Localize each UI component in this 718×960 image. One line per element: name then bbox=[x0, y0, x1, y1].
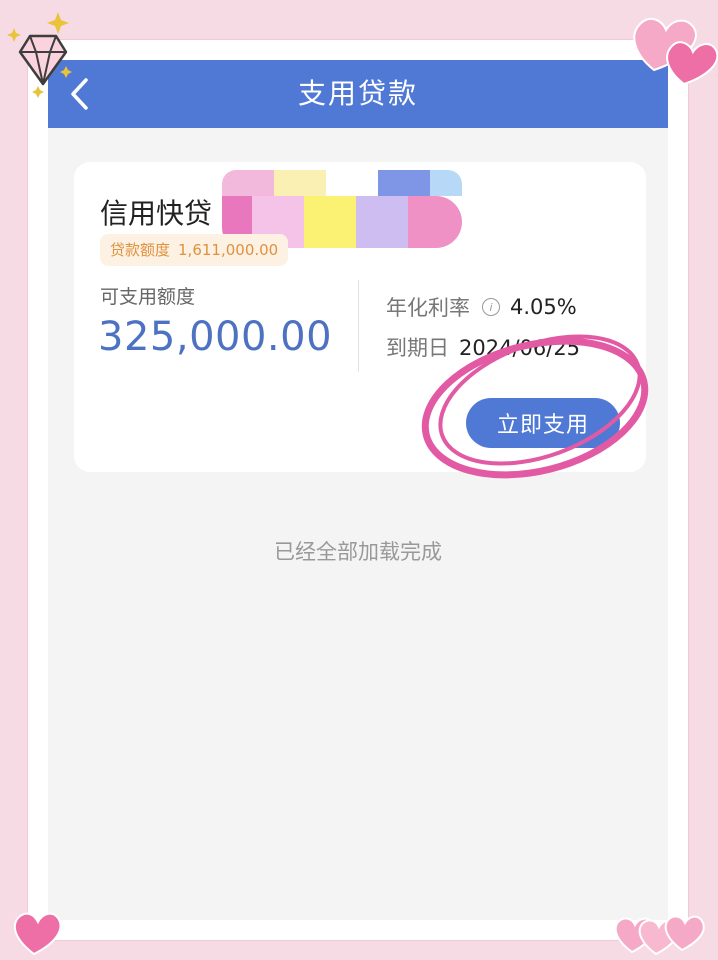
available-amount-label: 可支用额度 bbox=[100, 286, 196, 308]
quota-label: 贷款额度 bbox=[110, 241, 171, 259]
interest-rate-label: 年化利率 bbox=[386, 296, 470, 320]
loan-card: 信用快贷 贷款额度 1,611,000.00 可支用额度 325,000.00 年… bbox=[74, 162, 646, 472]
available-amount-value: 325,000.00 bbox=[98, 314, 333, 360]
quota-amount: 1,611,000.00 bbox=[178, 241, 279, 259]
use-now-button[interactable]: 立即支用 bbox=[466, 398, 620, 448]
loan-product-name: 信用快贷 bbox=[100, 197, 213, 230]
page-title: 支用贷款 bbox=[297, 77, 418, 110]
interest-rate-value: 4.05% bbox=[510, 295, 577, 319]
app-screen: 支用贷款 信用快贷 贷款额度 1,611,000.00 可支用额度 325,000… bbox=[48, 60, 668, 920]
due-date-row: 到期日 2024/06/25 bbox=[386, 332, 580, 362]
vertical-divider bbox=[358, 280, 359, 372]
due-date-value: 2024/06/25 bbox=[459, 336, 581, 360]
top-bar: 支用贷款 bbox=[48, 60, 668, 128]
interest-rate-row: 年化利率 i 4.05% bbox=[386, 292, 577, 322]
loan-quota-tag: 贷款额度 1,611,000.00 bbox=[100, 234, 289, 266]
all-loaded-text: 已经全部加载完成 bbox=[274, 540, 442, 564]
info-icon[interactable]: i bbox=[482, 298, 500, 316]
due-date-label: 到期日 bbox=[386, 336, 449, 360]
